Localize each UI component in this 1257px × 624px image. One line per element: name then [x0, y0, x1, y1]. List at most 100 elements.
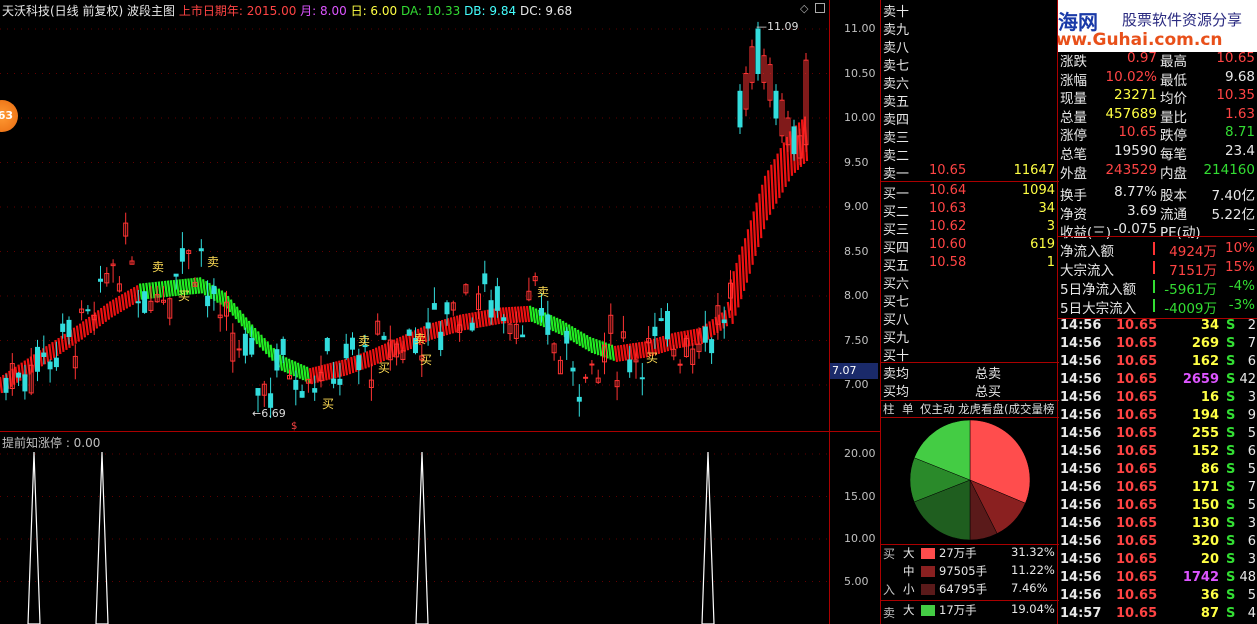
order-book-row[interactable]: 卖十	[883, 1, 1059, 20]
tick-row[interactable]: 14:56 10.65 150 S 5	[1060, 498, 1257, 516]
tick-volume: 152	[1191, 444, 1219, 459]
flow-pct: 19.04%	[1011, 602, 1055, 616]
candle-body	[431, 303, 437, 310]
tick-row[interactable]: 14:56 10.65 86 S 5	[1060, 462, 1257, 480]
sub-tick: 15.00	[844, 489, 876, 503]
tick-row[interactable]: 14:56 10.65 162 S 6	[1060, 354, 1257, 372]
band-segment	[114, 297, 120, 314]
tab-dragon-tiger[interactable]: 龙虎看盘(成交量榜	[958, 401, 1055, 417]
order-book-row[interactable]: 买二 10.63 34	[883, 201, 1059, 220]
tick-row[interactable]: 14:56 10.65 2659 S 42	[1060, 372, 1257, 390]
db-value: DB: 9.84	[464, 4, 517, 18]
candle-body	[66, 319, 72, 337]
band-segment	[257, 331, 262, 348]
order-book-row[interactable]: 卖五	[883, 91, 1059, 110]
limit-up-spike	[701, 451, 715, 624]
order-book-row[interactable]: 卖六	[883, 73, 1059, 92]
candle-body	[299, 391, 305, 398]
tick-row[interactable]: 14:56 10.65 194 S 9	[1060, 408, 1257, 426]
tab-active-only[interactable]: 仅主动	[920, 401, 955, 417]
tab-bar: 柱 单 仅主动 龙虎看盘(成交量榜	[881, 400, 1059, 418]
flow-size: 大	[903, 546, 915, 560]
tick-row[interactable]: 14:56 10.65 171 S 7	[1060, 480, 1257, 498]
order-volume: 34	[1038, 201, 1055, 216]
tick-volume: 20	[1200, 552, 1219, 567]
order-book-row[interactable]: 买九	[883, 327, 1059, 346]
order-book-row[interactable]: 买一 10.64 1094	[883, 183, 1059, 202]
candle-body	[755, 28, 761, 74]
tick-row[interactable]: 14:56 10.65 36 S 5	[1060, 588, 1257, 606]
order-book-row[interactable]: 买十	[883, 345, 1059, 364]
order-book-row[interactable]: 买六	[883, 273, 1059, 292]
fund-bar	[1153, 242, 1155, 255]
tick-row[interactable]: 14:56 10.65 34 S 2	[1060, 318, 1257, 336]
band-segment	[78, 323, 84, 340]
tick-volume: 130	[1191, 516, 1219, 531]
order-book-row[interactable]: 卖一 10.65 11647	[883, 163, 1059, 182]
tick-row[interactable]: 14:56 10.65 152 S 6	[1060, 444, 1257, 462]
band-segment	[465, 313, 470, 330]
band-segment	[123, 292, 129, 309]
limit-up-indicator-chart[interactable]	[0, 432, 830, 624]
chart-header: 天沃科技(日线 前复权) 波段主图 上市日期年: 2015.00 月: 8.00…	[2, 2, 572, 19]
order-book-row[interactable]: 卖八	[883, 37, 1059, 56]
tick-count: 7	[1247, 480, 1256, 495]
candle-body	[255, 388, 261, 396]
order-book-row[interactable]: 买五 10.58 1	[883, 255, 1059, 274]
restore-icon[interactable]: ◇	[800, 2, 808, 15]
order-book-row[interactable]: 卖七	[883, 55, 1059, 74]
band-segment	[661, 335, 667, 353]
order-book-row[interactable]: 卖三	[883, 127, 1059, 146]
tick-row[interactable]: 14:56 10.65 20 S 3	[1060, 552, 1257, 570]
order-book-row[interactable]: 买三 10.62 3	[883, 219, 1059, 238]
order-level-label: 买五	[883, 259, 910, 274]
quote-value: 8.71	[1224, 124, 1255, 141]
flow-pct: 31.32%	[1011, 545, 1055, 559]
order-volume: 1	[1046, 255, 1055, 270]
band-segment	[244, 317, 250, 334]
kline-chart[interactable]: 买买买买 买卖 卖卖 卖卖	[0, 0, 830, 432]
band-segment	[87, 316, 93, 334]
band-segment	[767, 170, 772, 215]
order-book-row[interactable]: 卖九	[883, 19, 1059, 38]
sub-chart-area[interactable]: 提前知涨停 : 0.00	[0, 432, 830, 624]
band-segment	[622, 344, 628, 361]
indicator-name[interactable]: 波段主图	[127, 4, 175, 18]
order-level-label: 卖十	[883, 5, 910, 20]
order-book-row[interactable]: 买四 10.60 619	[883, 237, 1059, 256]
order-book-row[interactable]: 买七	[883, 291, 1059, 310]
order-book-row[interactable]: 卖四	[883, 109, 1059, 128]
order-book-row[interactable]: 买八	[883, 309, 1059, 328]
tick-row[interactable]: 14:56 10.65 269 S 7	[1060, 336, 1257, 354]
tick-price: 10.65	[1116, 552, 1158, 567]
main-chart-area[interactable]: 买买买买买卖卖卖卖卖 天沃科技(日线 前复权) 波段主图 上市日期年: 2015…	[0, 0, 830, 432]
tick-row[interactable]: 14:56 10.65 1742 S 48	[1060, 570, 1257, 588]
quote-label: 现量	[1060, 91, 1087, 108]
tick-count: 5	[1247, 462, 1256, 477]
tick-price: 10.65	[1116, 588, 1158, 603]
sell-signal: 卖	[207, 255, 219, 269]
tick-row[interactable]: 14:56 10.65 16 S 3	[1060, 390, 1257, 408]
band-segment	[498, 307, 504, 324]
band-segment	[552, 316, 558, 333]
close-box-icon[interactable]	[815, 3, 825, 13]
tick-row[interactable]: 14:56 10.65 255 S 5	[1060, 426, 1257, 444]
candle-body	[274, 349, 280, 371]
flow-swatch	[921, 584, 935, 595]
band-segment	[371, 348, 377, 366]
band-segment	[260, 334, 265, 351]
tick-row[interactable]: 14:57 10.65 87 S 4	[1060, 606, 1257, 624]
tick-time: 14:56	[1060, 408, 1102, 423]
order-level-label: 卖五	[883, 95, 910, 110]
order-book-row[interactable]: 卖二	[883, 145, 1059, 164]
tick-row[interactable]: 14:56 10.65 130 S 3	[1060, 516, 1257, 534]
band-segment	[431, 322, 437, 339]
tab-single[interactable]: 单	[902, 401, 914, 417]
dollar-marker: $	[291, 421, 298, 432]
tick-row[interactable]: 14:56 10.65 320 S 6	[1060, 534, 1257, 552]
band-segment	[625, 343, 631, 361]
quote-value: 10.02%	[1105, 68, 1157, 85]
band-segment	[102, 305, 108, 322]
tick-side: S	[1226, 426, 1236, 441]
tab-bar-chart[interactable]: 柱	[883, 401, 895, 417]
